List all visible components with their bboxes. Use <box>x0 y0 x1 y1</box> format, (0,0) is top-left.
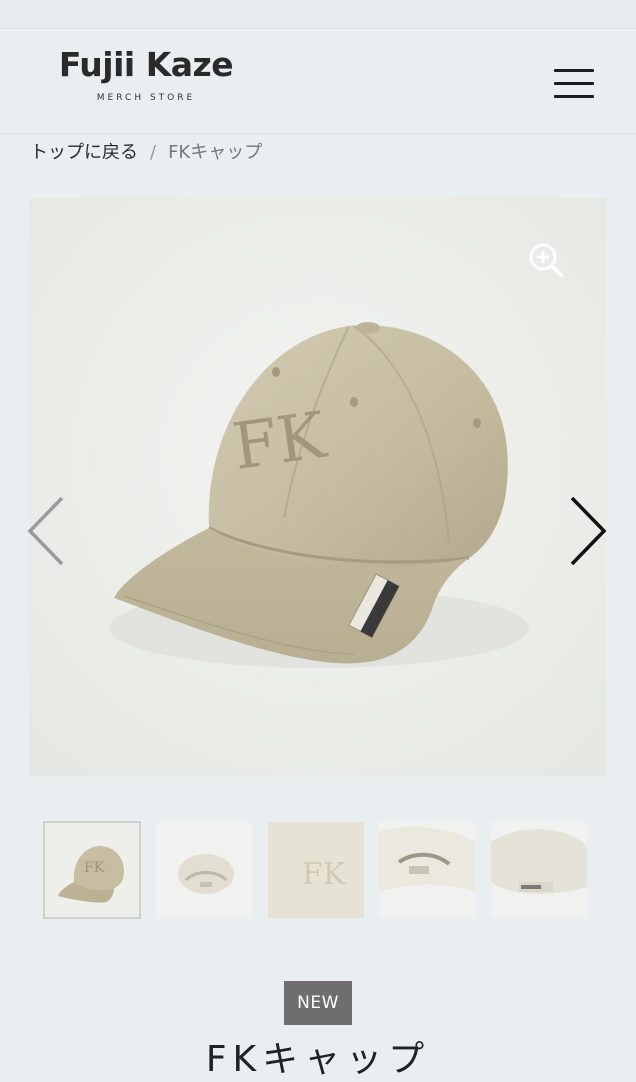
logo-title: Fujii Kaze <box>58 45 234 84</box>
svg-text:FK: FK <box>228 399 331 485</box>
menu-bar <box>554 69 594 72</box>
product-title: FKキャップ <box>205 1039 431 1080</box>
svg-text:FK: FK <box>302 857 346 892</box>
hamburger-menu-icon[interactable] <box>554 69 594 99</box>
thumbnail-strip: FK FK <box>43 821 604 920</box>
menu-bar <box>554 82 594 85</box>
thumbnail-brim-label[interactable] <box>491 822 587 918</box>
chevron-left-icon[interactable] <box>26 496 66 566</box>
menu-bar <box>554 95 594 98</box>
top-strip <box>0 0 636 29</box>
thumbnail-strap[interactable] <box>379 822 475 918</box>
svg-text:FK: FK <box>84 860 105 876</box>
breadcrumb-back-link[interactable]: トップに戻る <box>30 142 138 163</box>
chevron-right-icon[interactable] <box>568 496 608 566</box>
site-header: Fujii Kaze MERCH STORE <box>0 29 636 134</box>
thumbnail-embroidery[interactable]: FK <box>268 822 364 918</box>
product-main-image[interactable]: FK <box>29 198 606 776</box>
zoom-in-icon[interactable] <box>526 240 566 280</box>
new-badge: NEW <box>284 981 352 1025</box>
logo[interactable]: Fujii Kaze MERCH STORE <box>56 45 236 103</box>
logo-subtitle: MERCH STORE <box>96 93 196 103</box>
breadcrumb: トップに戻る / FKキャップ <box>30 138 262 164</box>
thumbnail-cap-back[interactable] <box>156 822 252 918</box>
cap-illustration: FK <box>29 198 606 776</box>
thumbnail-cap-front[interactable]: FK <box>43 821 141 919</box>
breadcrumb-separator: / <box>150 142 157 163</box>
breadcrumb-current: FKキャップ <box>168 142 263 163</box>
